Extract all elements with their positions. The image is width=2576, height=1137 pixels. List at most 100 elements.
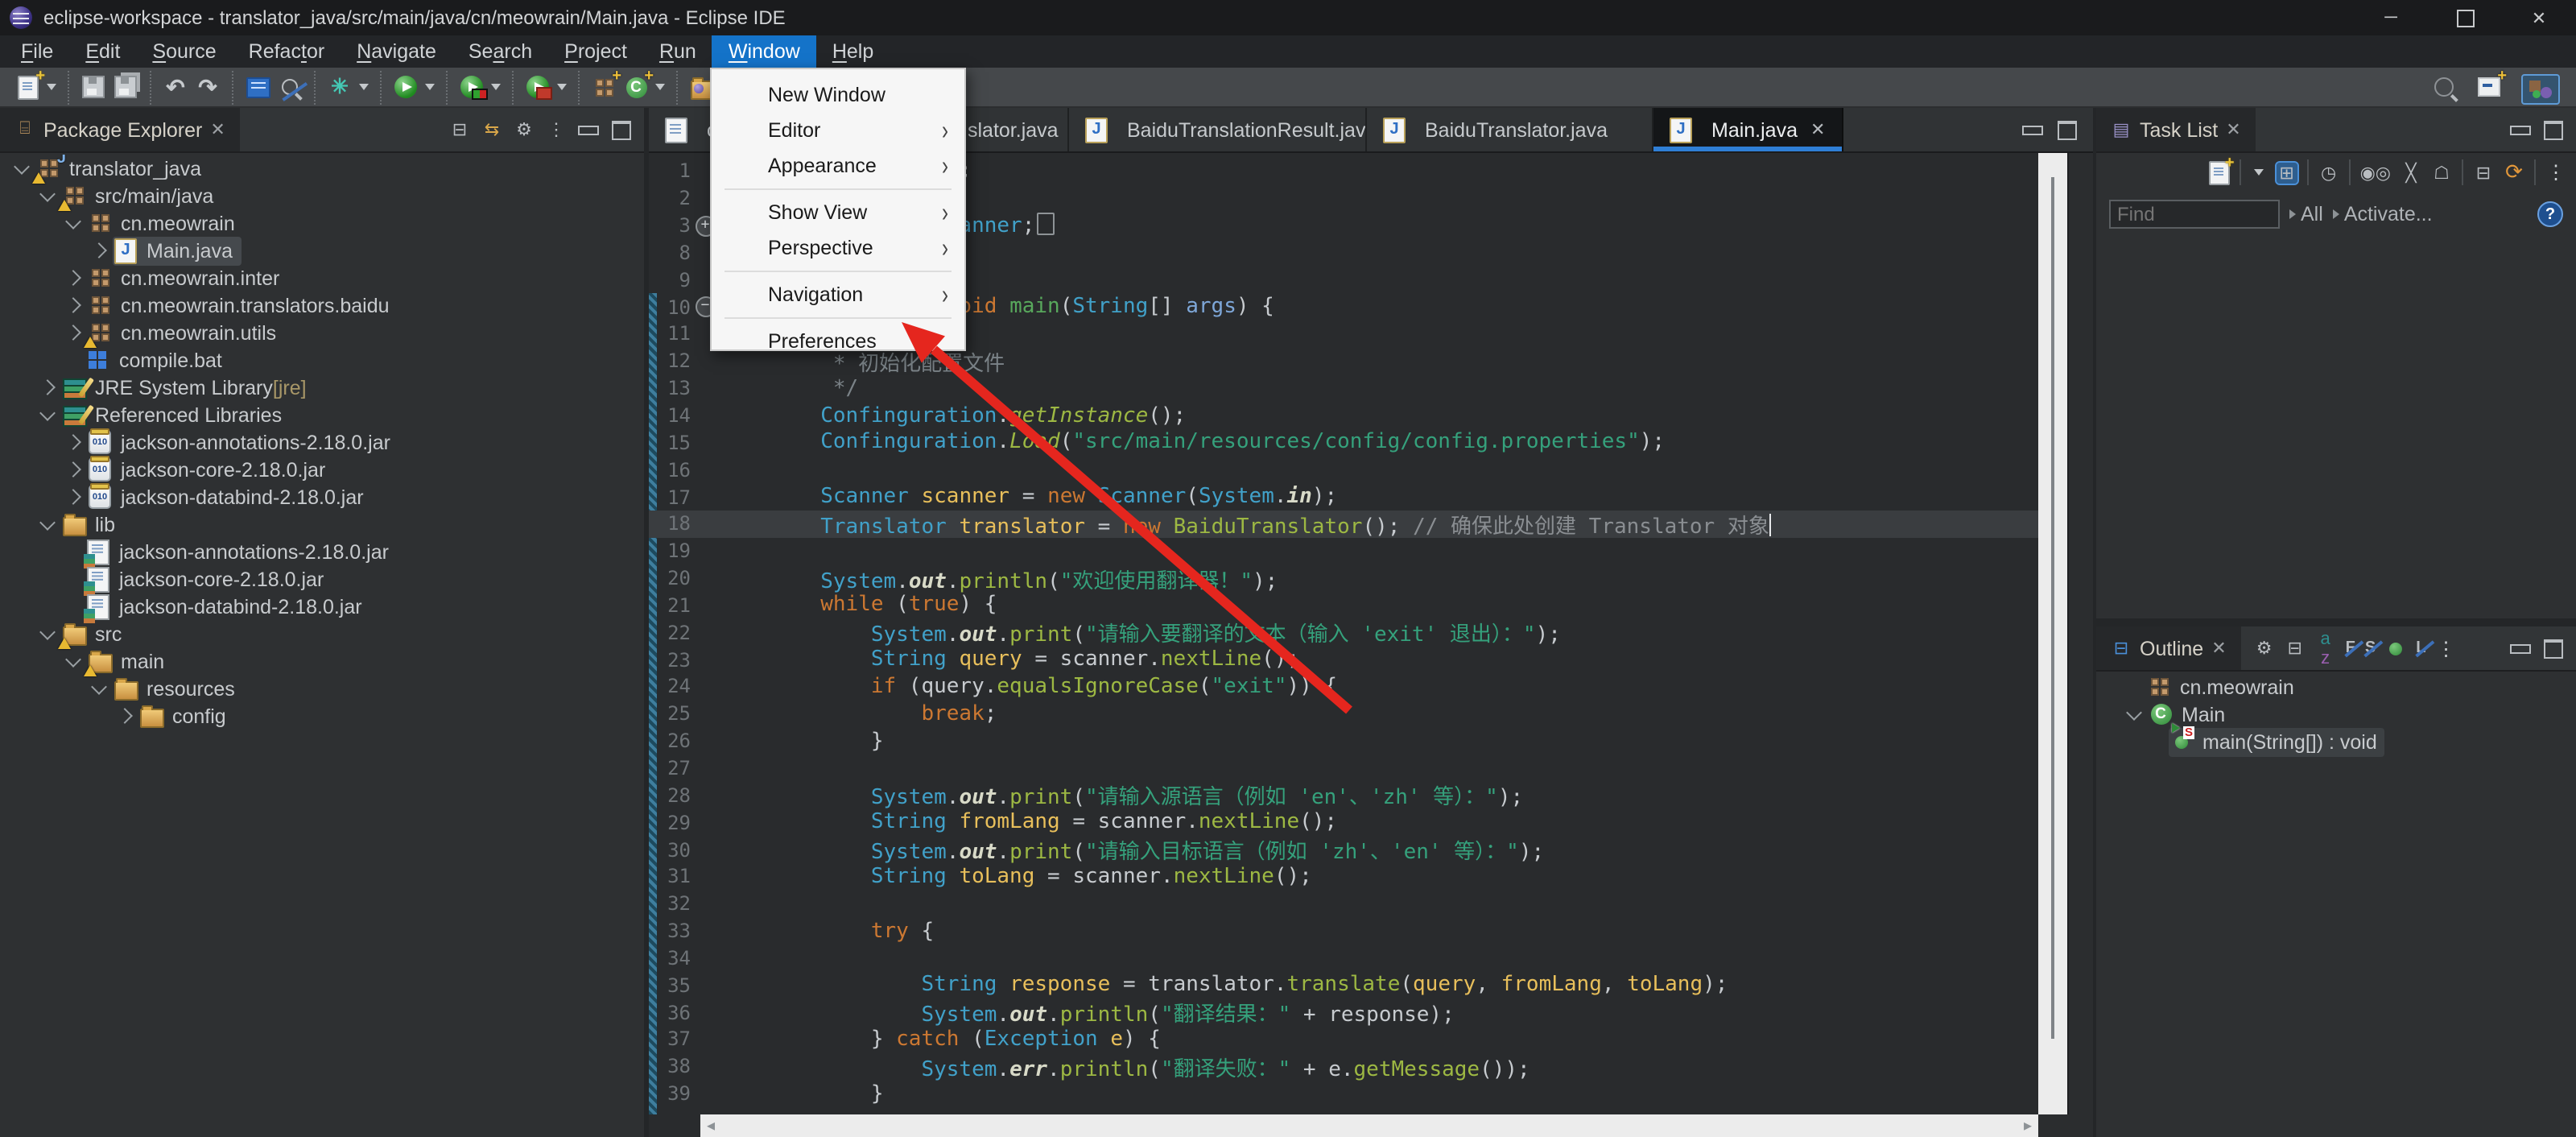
package-explorer-tree[interactable]: Jtranslator_javasrc/main/javacn.meowrain… — [0, 155, 644, 1137]
minimize-view-icon[interactable] — [2510, 125, 2531, 134]
chevron-right-icon[interactable] — [65, 461, 81, 478]
focus-icon[interactable]: ⚙ — [514, 119, 535, 140]
vertical-scrollbar-thumb[interactable] — [2051, 177, 2054, 1039]
collapse-icon[interactable]: ⊟ — [2473, 162, 2494, 183]
menu-item-appearance[interactable]: Appearance› — [712, 147, 964, 183]
tree-item-jre-system-library[interactable]: JRE System Library [jre] — [0, 374, 644, 401]
menu-run[interactable]: Run — [643, 35, 712, 68]
menu-item-new-window[interactable]: New Window — [712, 76, 964, 112]
maximize-view-icon[interactable] — [2542, 120, 2563, 139]
menu-file[interactable]: File — [5, 35, 69, 68]
editor-tab-main-java[interactable]: JMain.java✕ — [1653, 108, 1843, 151]
tree-item-cn-meowrain-inter[interactable]: cn.meowrain.inter — [0, 264, 644, 291]
chevron-down-icon[interactable] — [39, 404, 56, 420]
outline-tab[interactable]: ⊟ Outline ✕ — [2096, 626, 2241, 670]
menu-search[interactable]: Search — [452, 35, 548, 68]
back-icon[interactable]: ↶ — [163, 74, 188, 100]
chevron-down-icon[interactable] — [65, 651, 81, 667]
tree-item-main[interactable]: main — [0, 647, 644, 675]
debug-icon[interactable] — [459, 74, 485, 100]
synchronize-icon[interactable]: ⟳ — [2504, 159, 2524, 185]
java-perspective-icon[interactable] — [2521, 74, 2560, 100]
menu-window[interactable]: Window — [712, 35, 816, 68]
focus-icon[interactable]: ⚙ — [2254, 638, 2275, 659]
chevron-right-icon[interactable] — [65, 325, 81, 341]
menu-source[interactable]: Source — [136, 35, 232, 68]
menu-item-preferences[interactable]: Preferences — [712, 323, 964, 358]
close-icon[interactable]: ✕ — [2226, 119, 2240, 140]
outline-item-main[interactable]: CMain — [2096, 701, 2576, 728]
menu-project[interactable]: Project — [548, 35, 643, 68]
chevron-right-icon[interactable] — [117, 708, 133, 724]
tree-item-referenced-libraries[interactable]: Referenced Libraries — [0, 401, 644, 428]
search-icon[interactable] — [2431, 74, 2457, 100]
save-all-icon[interactable] — [113, 74, 138, 100]
chevron-right-icon[interactable] — [65, 434, 81, 450]
tree-item-jackson-databind-2-18-0-jar[interactable]: jackson-databind-2.18.0.jar — [0, 593, 644, 620]
maximize-view-icon[interactable] — [610, 120, 631, 139]
menu-item-navigation[interactable]: Navigation› — [712, 276, 964, 312]
help-icon[interactable]: ? — [2537, 201, 2563, 227]
package-explorer-tab[interactable]: ⌸ Package Explorer ✕ — [0, 108, 240, 151]
tree-item-main-java[interactable]: JMain.java — [0, 237, 644, 264]
editor-tab-baidutranslationresult-java[interactable]: JBaiduTranslationResult.java — [1069, 108, 1367, 151]
outline-item-main-string-void[interactable]: Smain(String[]) : void — [2096, 728, 2576, 755]
chevron-down-icon[interactable] — [2126, 704, 2142, 720]
minimize-view-icon[interactable] — [578, 125, 599, 134]
categorized-icon[interactable]: ⊞ — [2277, 162, 2297, 183]
tree-item-lib[interactable]: lib — [0, 511, 644, 538]
filter-all-dropdown[interactable]: All — [2289, 203, 2323, 225]
new-class-icon[interactable]: C+ — [623, 74, 649, 100]
close-icon[interactable]: ✕ — [2211, 638, 2226, 659]
minimize-view-icon[interactable] — [2022, 125, 2043, 134]
coverage-icon[interactable] — [525, 74, 551, 100]
editor-tab-slator-java[interactable]: slator.java — [953, 108, 1069, 151]
chevron-down-icon[interactable] — [65, 213, 81, 229]
tree-item-cn-meowrain-utils[interactable]: cn.meowrain.utils — [0, 319, 644, 346]
hide-static-icon[interactable]: S — [2365, 639, 2376, 657]
menu-help[interactable]: Help — [816, 35, 890, 68]
outline-item-cn-meowrain[interactable]: cn.meowrain — [2096, 673, 2576, 701]
minimize-button[interactable]: ─ — [2354, 0, 2428, 35]
menu-refactor[interactable]: Refactor — [233, 35, 341, 68]
menu-edit[interactable]: Edit — [69, 35, 136, 68]
chevron-right-icon[interactable] — [65, 489, 81, 505]
scroll-left-arrow-icon[interactable]: ◂ — [707, 1117, 715, 1135]
tree-item-translator-java[interactable]: Jtranslator_java — [0, 155, 644, 182]
hide-locals-icon[interactable]: L — [2416, 639, 2425, 657]
tree-item-jackson-core-2-18-0-jar[interactable]: jackson-core-2.18.0.jar — [0, 565, 644, 593]
new-task-icon[interactable]: + — [2209, 160, 2230, 184]
collapse-icon[interactable]: ⊟ — [2285, 638, 2306, 659]
outline-tree[interactable]: cn.meowrainCMainSmain(String[]) : void — [2096, 673, 2576, 1137]
hide-completed-icon[interactable]: ╳ — [2401, 162, 2421, 183]
close-tab-icon[interactable]: ✕ — [1810, 119, 1825, 140]
dropdown-caret-icon[interactable] — [359, 84, 369, 90]
close-button[interactable]: ✕ — [2502, 0, 2576, 35]
view-menu-icon[interactable]: ⋮ — [546, 119, 567, 140]
scroll-right-arrow-icon[interactable]: ▸ — [2024, 1117, 2032, 1135]
open-perspective-icon[interactable]: + — [2476, 74, 2502, 100]
new-package-icon[interactable]: + — [591, 74, 617, 100]
collapse-all-icon[interactable]: ⊟ — [449, 119, 470, 140]
chevron-right-icon[interactable] — [65, 297, 81, 313]
minimize-view-icon[interactable] — [2510, 643, 2531, 653]
new-wizard-icon[interactable]: + — [14, 74, 40, 100]
activate-dropdown[interactable]: Activate... — [2333, 203, 2433, 225]
tree-item-compile-bat[interactable]: compile.bat — [0, 346, 644, 374]
dropdown-caret-icon[interactable] — [47, 84, 56, 90]
vertical-scrollbar[interactable] — [2038, 153, 2067, 1114]
presentation-icon[interactable]: ◉◎ — [2360, 162, 2391, 183]
tree-item-src[interactable]: src — [0, 620, 644, 647]
dropdown-caret-icon[interactable] — [425, 84, 435, 90]
chevron-down-icon[interactable] — [91, 678, 107, 694]
tree-item-cn-meowrain-translators-baidu[interactable]: cn.meowrain.translators.baidu — [0, 291, 644, 319]
chevron-down-icon[interactable] — [39, 185, 56, 201]
maximize-view-icon[interactable] — [2056, 120, 2077, 139]
chevron-right-icon[interactable] — [91, 242, 107, 258]
horizontal-scrollbar[interactable]: ◂ ▸ — [700, 1114, 2038, 1137]
tree-item-cn-meowrain[interactable]: cn.meowrain — [0, 209, 644, 237]
console-icon[interactable] — [245, 74, 270, 100]
tree-item-jackson-annotations-2-18-0-jar[interactable]: jackson-annotations-2.18.0.jar — [0, 538, 644, 565]
close-icon[interactable]: ✕ — [210, 119, 225, 140]
dropdown-caret-icon[interactable] — [491, 84, 501, 90]
